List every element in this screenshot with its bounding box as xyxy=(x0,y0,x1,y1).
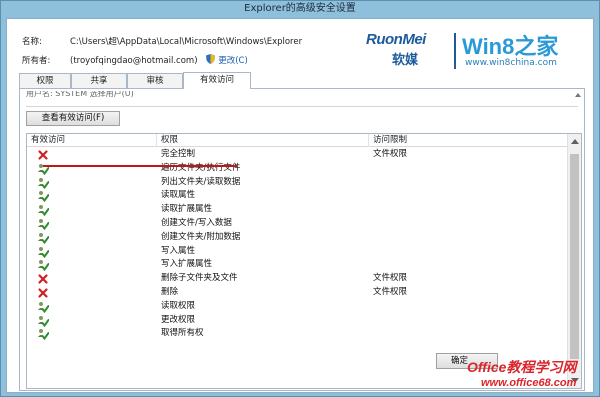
name-value: C:\Users\超\AppData\Local\Microsoft\Windo… xyxy=(70,37,303,47)
divider xyxy=(26,106,578,107)
deny-x-icon xyxy=(38,274,48,284)
ruanmei-win8-logo: RuonMei 软媒 Win8之家 www.win8china.com xyxy=(362,27,587,79)
column-header-permission[interactable]: 权限 xyxy=(157,134,369,147)
allow-user-icon xyxy=(38,218,49,230)
deny-x-icon xyxy=(38,150,48,160)
logo-url: www.win8china.com xyxy=(465,58,557,68)
permission-name: 写入扩展属性 xyxy=(161,259,213,270)
allow-user-icon xyxy=(38,177,49,189)
advanced-security-window: Explorer的高级安全设置 名称: C:\Users\超\AppData\Lo… xyxy=(0,0,600,397)
permission-name: 列出文件夹/读取数据 xyxy=(161,176,241,187)
watermark-text: Office教程学习网 xyxy=(467,359,577,375)
allow-user-icon xyxy=(38,246,49,258)
access-limit: 文件权限 xyxy=(373,273,408,284)
column-header-access[interactable]: 有效访问 xyxy=(27,134,157,147)
table-row[interactable]: 读取属性 xyxy=(27,189,567,203)
logo-brand-cn: 软媒 xyxy=(392,53,419,68)
user-row-cut-off: 用户名: SYSTEM 选择用户(U) xyxy=(26,91,134,98)
allow-user-icon xyxy=(38,329,49,341)
table-row[interactable]: 完全控制 文件权限 xyxy=(27,148,567,162)
permission-name: 读取属性 xyxy=(161,190,196,201)
logo-divider xyxy=(454,33,456,69)
scrollbar-thumb[interactable] xyxy=(570,154,579,359)
uac-shield-icon xyxy=(206,54,216,64)
allow-user-icon xyxy=(38,191,49,203)
permission-name: 更改权限 xyxy=(161,314,196,325)
table-row[interactable]: 创建文件/写入数据 xyxy=(27,217,567,231)
window-title: Explorer的高级安全设置 xyxy=(1,1,599,18)
table-row[interactable]: 读取权限 xyxy=(27,300,567,314)
tab-sharing[interactable]: 共享 xyxy=(71,73,127,89)
allow-user-icon xyxy=(38,205,49,217)
permission-name: 删除 xyxy=(161,286,179,297)
permission-name: 写入属性 xyxy=(161,245,196,256)
annotation-underline xyxy=(43,165,237,167)
dialog-client: 名称: C:\Users\超\AppData\Local\Microsoft\Wi… xyxy=(6,18,594,393)
effective-access-panel: 用户名: SYSTEM 选择用户(U) 查看有效访问(F) 有效访问 权限 访问… xyxy=(19,88,585,391)
allow-user-icon xyxy=(38,232,49,244)
table-row[interactable]: 更改权限 xyxy=(27,314,567,328)
permission-name: 完全控制 xyxy=(161,149,196,159)
allow-user-icon xyxy=(38,301,49,313)
office68-watermark: Office教程学习网 www.office68.com xyxy=(467,357,599,397)
table-row[interactable]: 取得所有权 xyxy=(27,327,567,341)
permission-name: 遍历文件夹/执行文件 xyxy=(161,162,241,173)
table-row[interactable]: 删除子文件夹及文件 文件权限 xyxy=(27,272,567,286)
scroll-up-icon[interactable] xyxy=(571,139,579,144)
permission-name: 删除子文件夹及文件 xyxy=(161,273,238,284)
table-rows: 完全控制 文件权限 遍历文件夹/执行文件 列出文件夹/读取数据 读取属性 读取扩展属性 创建… xyxy=(27,148,567,341)
access-limit: 文件权限 xyxy=(373,149,408,159)
table-header: 有效访问 权限 访问限制 xyxy=(27,134,567,147)
permission-name: 读取权限 xyxy=(161,300,196,311)
allow-user-icon xyxy=(38,260,49,272)
owner-row: 所有者: (troyofqingdao@hotmail.com) 更改(C) xyxy=(22,54,248,66)
permission-name: 创建文件夹/附加数据 xyxy=(161,231,241,242)
permission-name: 创建文件/写入数据 xyxy=(161,217,232,228)
table-row[interactable]: 删除 文件权限 xyxy=(27,286,567,300)
tab-effective-access[interactable]: 有效访问 xyxy=(183,72,251,89)
tab-permissions[interactable]: 权限 xyxy=(19,73,71,89)
logo-product: Win8之家 xyxy=(462,34,559,59)
table-row[interactable]: 读取扩展属性 xyxy=(27,203,567,217)
scroll-up-icon[interactable] xyxy=(575,93,581,97)
logo-brand-en: RuonMei xyxy=(366,31,426,48)
permission-name: 取得所有权 xyxy=(161,328,204,339)
allow-user-icon xyxy=(38,315,49,327)
table-row[interactable]: 列出文件夹/读取数据 xyxy=(27,176,567,190)
column-header-limit[interactable]: 访问限制 xyxy=(369,134,567,147)
change-owner-link[interactable]: 更改(C) xyxy=(218,56,248,66)
table-row[interactable]: 创建文件夹/附加数据 xyxy=(27,231,567,245)
name-label: 名称: xyxy=(22,37,42,47)
table-row[interactable]: 写入属性 xyxy=(27,245,567,259)
owner-value: (troyofqingdao@hotmail.com) xyxy=(70,56,198,66)
permission-name: 读取扩展属性 xyxy=(161,204,213,215)
table-row[interactable]: 遍历文件夹/执行文件 xyxy=(27,162,567,176)
access-limit: 文件权限 xyxy=(373,286,408,297)
tab-auditing[interactable]: 审核 xyxy=(127,73,183,89)
effective-access-table: 有效访问 权限 访问限制 完全控制 文件权限 遍历文件夹/执行文件 列出文件夹/读取数… xyxy=(26,133,582,389)
table-scrollbar[interactable] xyxy=(567,134,581,388)
table-row[interactable]: 写入扩展属性 xyxy=(27,258,567,272)
deny-x-icon xyxy=(38,288,48,298)
owner-label: 所有者: xyxy=(22,56,51,66)
view-effective-access-button[interactable]: 查看有效访问(F) xyxy=(26,111,120,126)
watermark-url: www.office68.com xyxy=(481,377,577,389)
name-row: 名称: C:\Users\超\AppData\Local\Microsoft\Wi… xyxy=(22,35,302,47)
